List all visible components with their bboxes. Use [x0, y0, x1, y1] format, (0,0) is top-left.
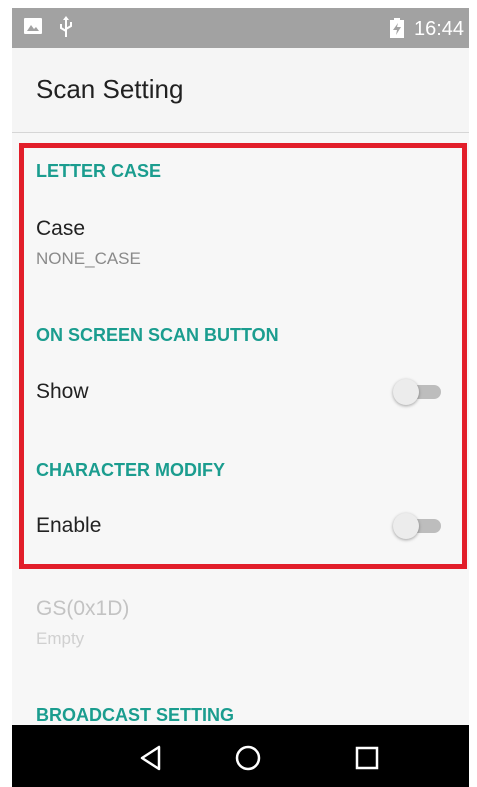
page-title: Scan Setting [36, 74, 184, 104]
navigation-bar [12, 725, 469, 787]
section-header-broadcast: BROADCAST SETTING [36, 705, 234, 725]
home-icon[interactable] [233, 743, 263, 773]
recents-icon[interactable] [352, 743, 382, 773]
usb-icon [60, 16, 72, 37]
status-bar: 16:44 [12, 8, 469, 48]
back-icon[interactable] [137, 743, 167, 773]
battery-charging-icon [390, 18, 404, 38]
clock: 16:44 [414, 18, 465, 40]
image-icon [24, 18, 42, 34]
highlight-box [19, 143, 467, 569]
gs-title: GS(0x1D) [36, 597, 130, 620]
app-bar: Scan Setting [12, 48, 469, 133]
gs-value: Empty [36, 629, 85, 648]
